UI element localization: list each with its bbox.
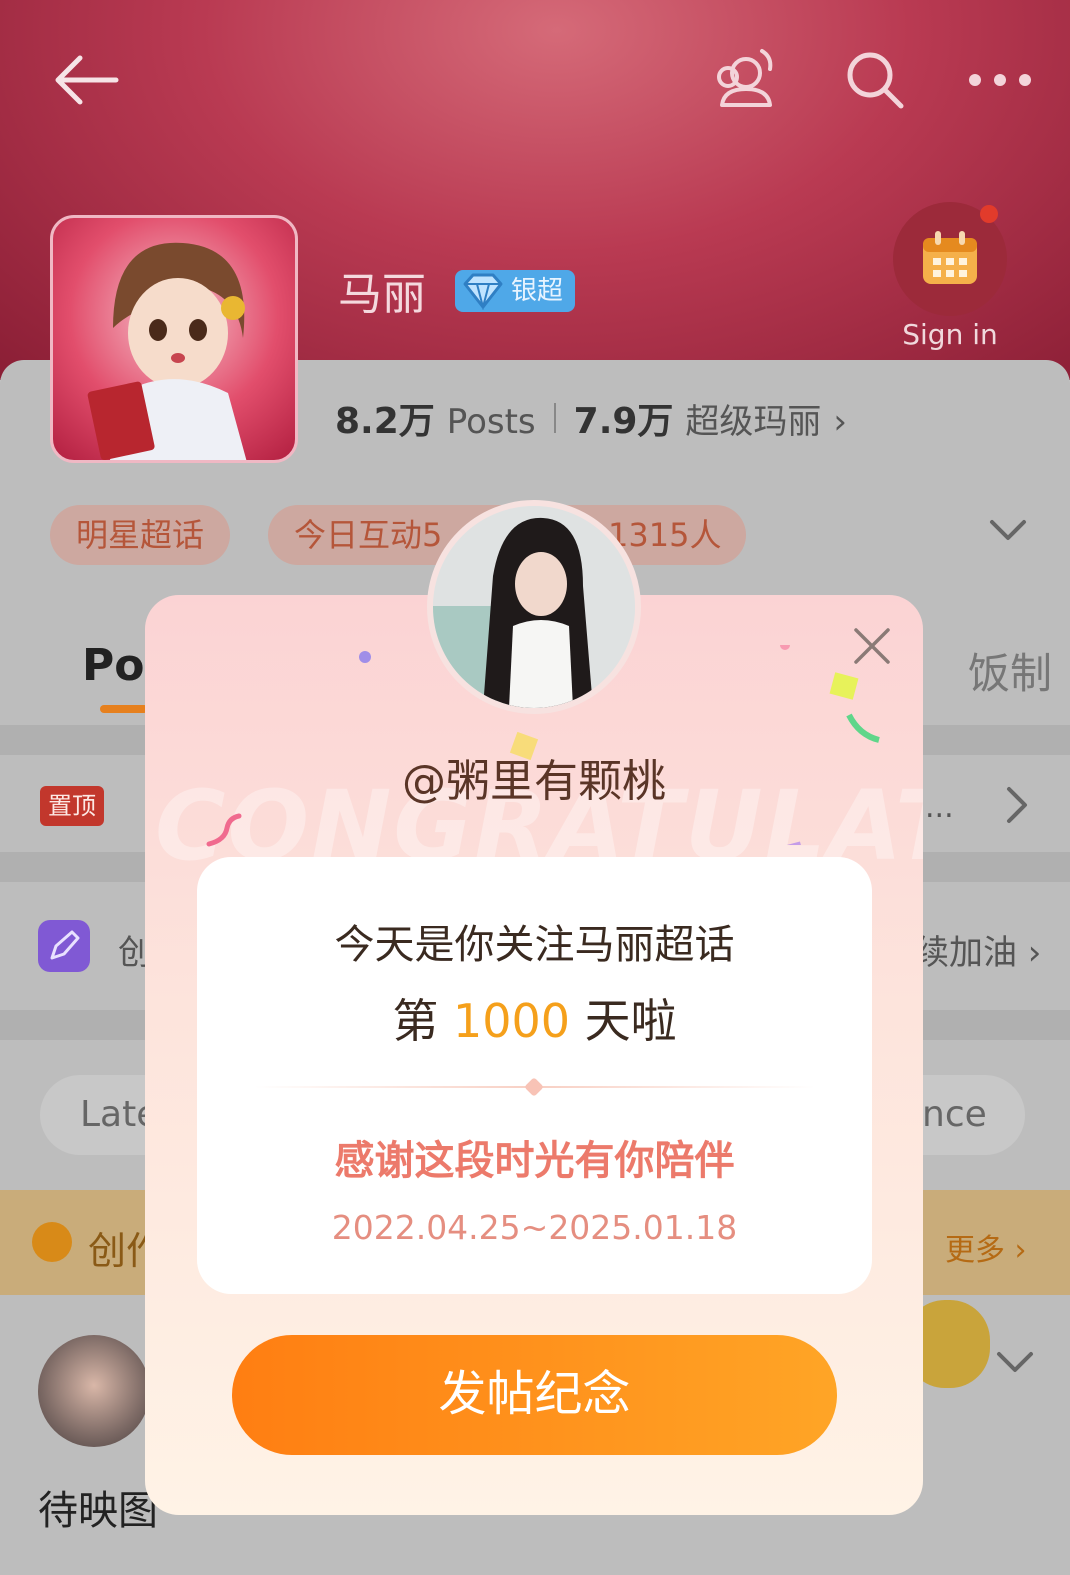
day-prefix: 第 (392, 994, 453, 1048)
diamond-icon (463, 273, 503, 310)
pinned-tag: 置顶 (40, 786, 104, 826)
user-handle: @粥里有颗桃 (402, 756, 666, 807)
back-button[interactable] (40, 45, 130, 115)
tab-active-indicator (100, 705, 148, 713)
search-button[interactable] (835, 40, 915, 120)
topic-avatar[interactable] (50, 215, 298, 463)
notification-dot (980, 205, 998, 223)
interaction-start: 今日互动5 (294, 516, 443, 554)
creator-pen-icon (38, 920, 90, 972)
post-text: 待映图 (38, 1488, 158, 1534)
stats-divider (553, 403, 556, 433)
confetti-squiggle (206, 813, 242, 847)
silver-super-badge[interactable]: 银超 (455, 270, 576, 312)
fans-button[interactable] (705, 40, 785, 120)
members-count: 7.9万 (573, 401, 674, 442)
chevron-down-icon[interactable] (995, 1350, 1035, 1376)
cartoon-avatar-illustration (87, 242, 247, 460)
back-arrow-icon (55, 55, 119, 105)
sign-in-label[interactable]: Sign in (885, 318, 1015, 351)
badge-label: 银超 (511, 276, 564, 306)
user-avatar[interactable] (38, 1335, 150, 1447)
date-range: 2022.04.25~2025.01.18 (331, 1208, 738, 1247)
search-icon (847, 52, 904, 109)
day-count: 1000 (452, 994, 571, 1048)
medal-icon (32, 1222, 72, 1262)
calendar-icon (923, 231, 977, 284)
category-chip[interactable]: 明星超话 (50, 505, 231, 565)
more-button[interactable] (955, 45, 1045, 115)
members-label: 超级玛丽 (685, 402, 822, 442)
day-count-message: 第 1000 天啦 (197, 985, 872, 1051)
topic-stats[interactable]: 8.2万 Posts 7.9万 超级玛丽 › (335, 392, 847, 444)
tab-fan-made[interactable]: 饭制 (968, 640, 1052, 701)
chevron-right-icon[interactable] (1005, 785, 1031, 825)
thanks-message: 感谢这段时光有你陪伴 (334, 1138, 735, 1184)
chevron-right-icon: › (833, 402, 848, 442)
follow-message: 今天是你关注马丽超话 (334, 922, 735, 968)
user-profile-photo (427, 500, 641, 714)
more-icon (969, 74, 1031, 86)
topic-name: 马丽 (338, 269, 426, 320)
post-commemoration-button[interactable]: 发帖纪念 (232, 1335, 837, 1455)
creator-row-action[interactable]: 续加油 › (915, 925, 1041, 974)
chevron-down-icon[interactable] (988, 518, 1028, 544)
fans-icon (717, 49, 773, 107)
posts-label: Posts (446, 402, 536, 442)
posts-count: 8.2万 (335, 401, 435, 442)
creators-more-link[interactable]: 更多 › (945, 1225, 1027, 1269)
day-suffix: 天啦 (570, 994, 677, 1048)
close-icon[interactable] (848, 622, 896, 670)
pinned-ellipsis: ... (925, 790, 954, 825)
